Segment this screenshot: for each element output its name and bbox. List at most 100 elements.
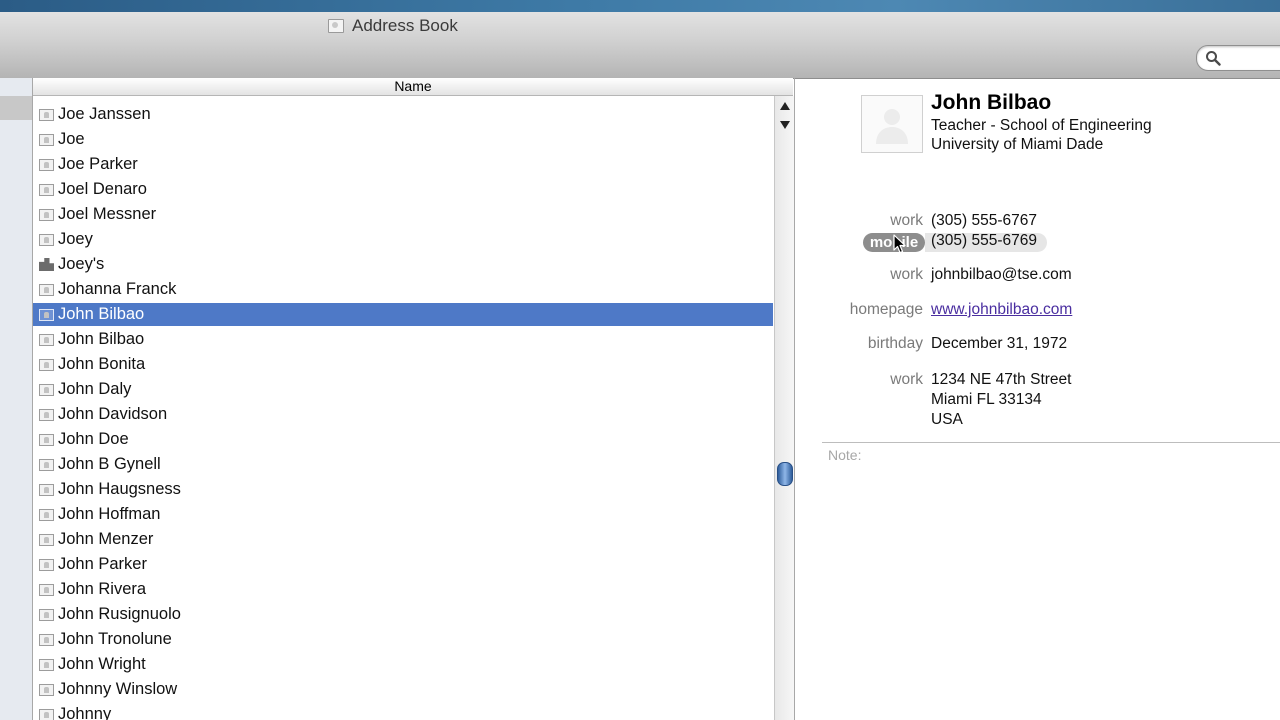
person-card-icon (39, 458, 54, 471)
list-item-name: John Bilbao (58, 330, 145, 348)
list-item-name: John B Gynell (58, 455, 161, 473)
list-item-name: Johnny (58, 705, 112, 720)
list-item-name: John Menzer (58, 530, 154, 548)
contact-organization: University of Miami Dade (931, 136, 1104, 153)
person-card-icon (39, 683, 54, 696)
search-icon (1206, 51, 1221, 66)
list-item[interactable]: John Parker (33, 553, 773, 576)
person-card-icon (39, 408, 54, 421)
list-scrollbar[interactable] (774, 96, 795, 720)
list-item[interactable]: John Bilbao (33, 328, 773, 351)
person-card-icon (39, 358, 54, 371)
list-item-name: Joey's (58, 255, 105, 273)
list-item-name: John Bilbao (58, 305, 145, 323)
list-item-selected[interactable]: John Bilbao (33, 303, 773, 326)
list-item[interactable]: Johanna Franck (33, 278, 773, 301)
list-item-name: John Parker (58, 555, 147, 573)
list-item[interactable]: John Wright (33, 653, 773, 676)
list-item[interactable]: Joe Parker (33, 153, 773, 176)
email-label[interactable]: work (795, 266, 923, 284)
phone-work-label[interactable]: work (795, 212, 923, 230)
note-divider (822, 442, 1280, 443)
list-item[interactable]: John Hoffman (33, 503, 773, 526)
address-label[interactable]: work (795, 371, 923, 389)
list-item-name: John Haugsness (58, 480, 181, 498)
list-item-name: Joe (58, 130, 85, 148)
contact-name: John Bilbao (931, 91, 1052, 114)
email-value[interactable]: johnbilbao@tse.com (931, 266, 1072, 284)
list-item[interactable]: Joey (33, 228, 773, 251)
homepage-label[interactable]: homepage (795, 301, 923, 319)
list-item[interactable]: John B Gynell (33, 453, 773, 476)
homepage-link[interactable]: www.johnbilbao.com (931, 301, 1072, 319)
contact-photo[interactable] (861, 95, 923, 153)
contact-job-title: Teacher - School of Engineering (931, 117, 1152, 134)
person-card-icon (39, 583, 54, 596)
search-input[interactable] (1196, 45, 1280, 71)
person-card-icon (39, 383, 54, 396)
person-card-icon (39, 708, 54, 720)
list-item[interactable]: John Daly (33, 378, 773, 401)
list-item[interactable]: John Bonita (33, 353, 773, 376)
scroll-up-arrow-icon[interactable] (780, 102, 790, 110)
list-item-name: Johnny Winslow (58, 680, 178, 698)
name-column-header[interactable]: Name (33, 78, 793, 96)
list-item[interactable]: John Davidson (33, 403, 773, 426)
company-card-icon (39, 258, 54, 271)
contact-card: John Bilbao Teacher - School of Engineer… (795, 78, 1280, 720)
scroll-down-arrow-icon[interactable] (780, 121, 790, 129)
list-item-name: Joe Janssen (58, 105, 151, 123)
person-card-icon (39, 108, 54, 121)
list-item[interactable]: Joel Messner (33, 203, 773, 226)
list-item-name: Johanna Franck (58, 280, 177, 298)
list-item-name: John Wright (58, 655, 146, 673)
address-city[interactable]: Miami FL 33134 (931, 391, 1042, 409)
list-item[interactable]: John Tronolune (33, 628, 773, 651)
phone-mobile-value[interactable]: (305) 555-6769 (931, 232, 1037, 250)
birthday-value[interactable]: December 31, 1972 (931, 335, 1067, 353)
list-item[interactable]: John Haugsness (33, 478, 773, 501)
list-item[interactable]: Joe Janssen (33, 103, 773, 126)
person-card-icon (39, 533, 54, 546)
list-item-name: Joel Messner (58, 205, 157, 223)
list-item[interactable]: Johnny (33, 703, 773, 720)
list-item[interactable]: Joe (33, 128, 773, 151)
contact-name-list: Joe Janssen Joe Joe Parker Joel Denaro Joel … (33, 96, 773, 720)
window-title-text: Address Book (352, 16, 458, 35)
note-label[interactable]: Note: (828, 447, 861, 463)
group-selection[interactable] (0, 96, 32, 120)
person-card-icon (39, 233, 54, 246)
list-item-name: Joe Parker (58, 155, 138, 173)
list-item[interactable]: John Rusignuolo (33, 603, 773, 626)
person-card-icon (39, 633, 54, 646)
list-item[interactable]: Joey's (33, 253, 773, 276)
desktop-background-strip (0, 0, 1280, 12)
window-toolbar: Address Book (0, 12, 1280, 79)
list-item[interactable]: John Doe (33, 428, 773, 451)
person-card-icon (39, 158, 54, 171)
person-card-icon (39, 308, 54, 321)
person-card-icon (39, 208, 54, 221)
address-street[interactable]: 1234 NE 47th Street (931, 371, 1071, 389)
list-item[interactable]: Johnny Winslow (33, 678, 773, 701)
address-country[interactable]: USA (931, 411, 963, 429)
list-item-name: John Hoffman (58, 505, 161, 523)
birthday-label[interactable]: birthday (795, 335, 923, 353)
list-item[interactable]: Joel Denaro (33, 178, 773, 201)
list-item[interactable]: John Rivera (33, 578, 773, 601)
person-silhouette-icon (876, 109, 908, 144)
scroll-thumb[interactable] (777, 462, 793, 486)
mouse-pointer-icon (893, 234, 906, 254)
person-card-icon (39, 558, 54, 571)
phone-work-value[interactable]: (305) 555-6767 (931, 212, 1037, 230)
list-item[interactable]: John Menzer (33, 528, 773, 551)
person-card-icon (39, 183, 54, 196)
person-card-icon (39, 508, 54, 521)
person-card-icon (39, 133, 54, 146)
list-item-name: John Rivera (58, 580, 147, 598)
list-item-name: John Daly (58, 380, 132, 398)
person-card-icon (39, 333, 54, 346)
group-column (0, 78, 33, 720)
list-item-name: John Bonita (58, 355, 146, 373)
list-item-name: John Rusignuolo (58, 605, 181, 623)
